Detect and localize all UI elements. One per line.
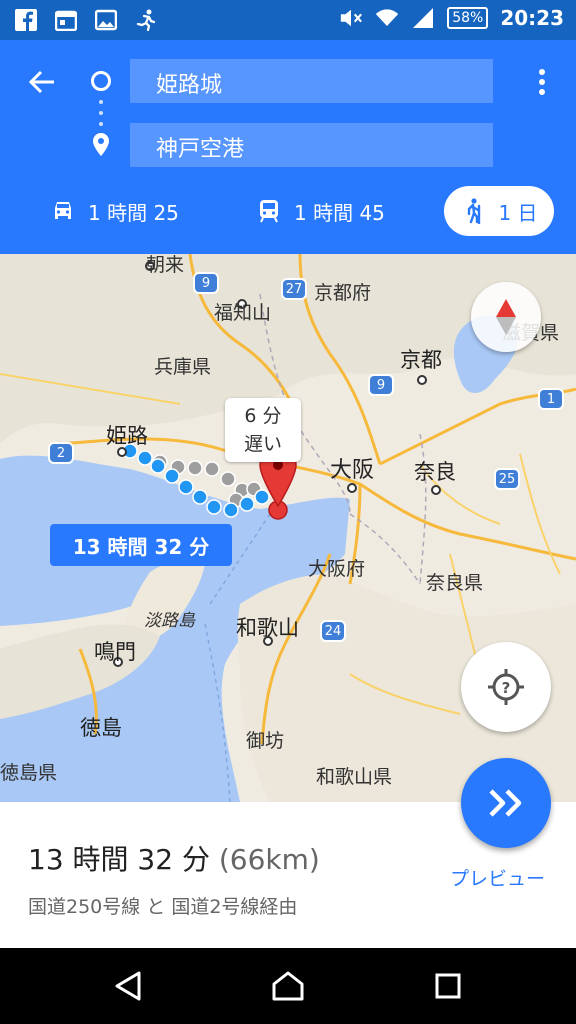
battery-icon: 58% <box>447 7 489 29</box>
map-label-kyoto-pref: 京都府 <box>314 282 372 304</box>
nav-home-button[interactable] <box>264 962 312 1010</box>
map-label-wakayama-pref: 和歌山県 <box>316 766 393 788</box>
route-shield-25: 25 <box>494 468 520 490</box>
destination-pin-icon <box>88 132 114 160</box>
route-shield-27: 27 <box>281 278 307 300</box>
origin-input[interactable]: 姫路城 <box>130 59 493 103</box>
more-vert-icon <box>539 69 545 95</box>
map-label-hyogo-pref: 兵庫県 <box>154 356 212 378</box>
route-time-bubble[interactable]: 13 時間 32 分 <box>50 524 232 566</box>
mode-driving-label: 1 時間 25 <box>88 200 179 225</box>
map-label-nara-pref: 奈良県 <box>426 572 484 594</box>
arrow-back-icon <box>28 70 54 94</box>
route-via: 国道250号線 と 国道2号線経由 <box>28 896 298 918</box>
map-label-asago: 朝来 <box>146 254 185 276</box>
route-duration: 13 時間 32 分 (66km) <box>28 838 320 878</box>
alt-route-delay-bubble[interactable]: 6 分 遅い <box>225 398 301 462</box>
nav-recents-icon <box>435 973 461 999</box>
nav-back-button[interactable] <box>104 962 152 1010</box>
map-label-fukuchiyama: 福知山 <box>214 302 272 324</box>
directions-header: 姫路城 神戸空港 1 時間 25 1 時間 45 1 日 <box>0 40 576 254</box>
compass-icon <box>496 299 516 335</box>
back-button[interactable] <box>22 62 62 102</box>
system-nav-bar <box>0 948 576 1024</box>
map-label-osaka: 大阪 <box>330 458 375 483</box>
wifi-icon <box>375 6 399 30</box>
preview-label[interactable]: プレビュー <box>450 864 545 891</box>
map-label-tokushima: 徳島 <box>80 716 122 740</box>
double-chevron-right-icon <box>489 789 522 817</box>
nav-home-icon <box>272 971 304 1001</box>
status-bar: 58% 20:23 <box>0 0 576 40</box>
route-shield-1: 1 <box>538 388 564 410</box>
transit-icon <box>256 198 282 224</box>
route-duration-text: 13 時間 32 分 <box>28 843 210 876</box>
map-label-kyoto: 京都 <box>400 348 442 372</box>
route-shield-9: 9 <box>193 272 219 294</box>
origin-dot-icon <box>91 71 111 91</box>
mute-icon <box>339 6 363 30</box>
location-unknown-icon: ? <box>488 669 524 705</box>
gallery-icon <box>94 8 118 32</box>
route-distance: (66km) <box>218 843 320 876</box>
car-icon <box>50 198 76 224</box>
map-label-nara: 奈良 <box>414 460 456 484</box>
mode-transit[interactable]: 1 時間 45 <box>256 186 385 236</box>
clock: 20:23 <box>500 6 564 30</box>
map-label-gobo: 御坊 <box>246 730 285 752</box>
preview-button[interactable] <box>461 758 551 848</box>
destination-input[interactable]: 神戸空港 <box>130 123 493 167</box>
nav-recents-button[interactable] <box>424 962 472 1010</box>
mode-walking-label: 1 日 <box>498 200 538 225</box>
map-view[interactable]: 朝来 福知山 京都府 滋賀県 兵庫県 京都 姫路 大阪 奈良 大阪府 奈良県 淡… <box>0 254 576 802</box>
svg-text:?: ? <box>502 679 511 697</box>
map-label-awajishima: 淡路島 <box>144 611 195 631</box>
mode-transit-label: 1 時間 45 <box>294 200 385 225</box>
running-icon <box>134 8 158 32</box>
map-label-osaka-pref: 大阪府 <box>308 558 366 580</box>
calendar-icon <box>54 8 78 32</box>
nav-back-icon <box>115 971 141 1001</box>
walk-icon <box>460 198 486 224</box>
mode-walking[interactable]: 1 日 <box>444 186 554 236</box>
map-label-wakayama: 和歌山 <box>236 616 299 640</box>
facebook-icon <box>14 8 38 32</box>
delay-bubble-line2: 遅い <box>243 433 282 455</box>
route-shield-2: 2 <box>48 442 74 464</box>
map-label-himeji: 姫路 <box>106 424 148 448</box>
map-label-tokushima-pref: 徳島県 <box>0 762 58 784</box>
battery-percent: 58% <box>452 10 484 26</box>
route-shield-9b: 9 <box>368 374 394 396</box>
mode-driving[interactable]: 1 時間 25 <box>50 186 179 236</box>
compass-button[interactable] <box>471 282 541 352</box>
signal-icon <box>411 6 435 30</box>
map-label-naruto: 鳴門 <box>94 640 136 664</box>
more-options-button[interactable] <box>530 62 554 102</box>
route-shield-24: 24 <box>320 620 346 642</box>
delay-bubble-line1: 6 分 <box>244 405 282 427</box>
my-location-button[interactable]: ? <box>461 642 551 732</box>
